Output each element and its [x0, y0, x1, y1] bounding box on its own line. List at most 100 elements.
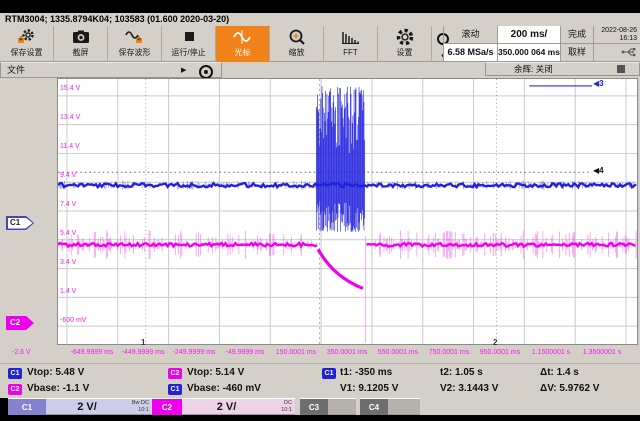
- toolbar-button-label: 缩放: [270, 48, 323, 58]
- channel-scale: 2 V/: [182, 399, 271, 415]
- channel-probe: 10:1: [132, 407, 149, 414]
- measurement-panel: C1Vtop: 5.48 VC2Vbase: -1.1 VC2Vtop: 5.1…: [0, 363, 640, 398]
- cursor2-handle[interactable]: 2: [493, 338, 497, 347]
- v-scale-label: 5.4 V: [60, 230, 76, 238]
- channel-button-c3[interactable]: C3: [300, 398, 328, 415]
- bottom-black-strip: [0, 415, 640, 421]
- v-scale-label: 9.4 V: [60, 172, 76, 180]
- toolbar-button-screenshot[interactable]: 截屏: [54, 26, 108, 62]
- persistence-label: 余辉: 关闭: [514, 63, 553, 75]
- t-scale-label: 950.0001 ms: [480, 349, 520, 356]
- date-label: 2022-08-26: [601, 27, 637, 34]
- t-scale-label: 750.0001 ms: [429, 349, 469, 356]
- ref-marker-3[interactable]: ◀3: [593, 79, 604, 88]
- toolbar-button-label: 光标: [216, 48, 269, 58]
- v-scale-label: 13.4 V: [60, 114, 80, 122]
- measurement-value: Vtop: 5.14 V: [187, 367, 244, 378]
- corner-strip: [0, 398, 8, 415]
- usb-icon: [621, 46, 637, 58]
- channel-badge-c2: C2: [168, 368, 182, 379]
- channel-settings-c2[interactable]: 2 V/DC10:1: [182, 398, 295, 415]
- timebase-cell[interactable]: 200 ms/ 350.000 064 ms: [497, 26, 560, 62]
- sample-rate: 6.58 MSa/s: [444, 44, 497, 62]
- camera-icon: [54, 26, 107, 48]
- toolbar-button-fft[interactable]: FFT: [324, 26, 378, 62]
- toolbar-button-label: FFT: [324, 48, 377, 58]
- t-scale-label: -249.9999 ms: [173, 349, 216, 356]
- channel-button-c4[interactable]: C4: [360, 398, 388, 415]
- date-time: 2022-08-26 16:13: [594, 26, 640, 44]
- channel-coupling: Bw DC: [132, 400, 149, 407]
- acquisition-cell[interactable]: 滚动 6.58 MSa/s: [443, 26, 497, 62]
- t-scale-label: -49.9999 ms: [226, 349, 265, 356]
- sine-icon: [216, 26, 269, 48]
- v-scale-label: 1.4 V: [60, 288, 76, 296]
- t-scale-label: 350.0001 ms: [327, 349, 367, 356]
- measurement-value: ΔV: 5.9762 V: [540, 383, 599, 394]
- channel-button-c1[interactable]: C1: [8, 398, 46, 415]
- channel-probe: 10:1: [281, 407, 292, 414]
- acq-state-cell: 完成 取样: [560, 26, 593, 62]
- channel2-position-flag[interactable]: C2: [6, 316, 34, 330]
- measurement-value: t1: -350 ms: [340, 367, 392, 378]
- channel-button-c2[interactable]: C2: [152, 398, 182, 415]
- file-menu-label: 文件: [7, 63, 25, 77]
- channel-settings-c3[interactable]: [328, 398, 356, 415]
- channel-coupling: DC: [281, 400, 292, 407]
- expand-arrow-icon[interactable]: ▶: [181, 64, 186, 78]
- time-label: 16:13: [619, 35, 637, 42]
- t-scale-label: 1.3500001 s: [583, 349, 622, 356]
- channel-settings-c4[interactable]: [388, 398, 420, 415]
- datetime-cell: 2022-08-26 16:13: [593, 26, 640, 62]
- persistence-bar[interactable]: 余辉: 关闭: [485, 62, 640, 76]
- v-scale-label: 11.4 V: [60, 143, 80, 151]
- channel-badge-c2: C2: [8, 384, 22, 395]
- measurement-value: Vbase: -1.1 V: [27, 383, 89, 394]
- ref-marker-4[interactable]: ◀4: [593, 166, 604, 175]
- channel-mini-info: Bw DC10:1: [132, 400, 149, 414]
- acq-state-top: 完成: [561, 26, 593, 44]
- channel1-position-flag[interactable]: C1: [6, 216, 34, 230]
- target-circle-icon[interactable]: [199, 65, 213, 79]
- channel-mini-info: DC10:1: [281, 400, 292, 414]
- oscilloscope-screen: RTM3004; 1335.8794K04; 103583 (01.600 20…: [0, 0, 640, 421]
- channel-scale: 2 V/: [46, 399, 128, 415]
- waveform-display[interactable]: 15.4 V 13.4 V 11.4 V 9.4 V 7.4 V 5.4 V 3.4 V 1.…: [57, 78, 638, 345]
- toolbar-button-label: 设置: [378, 48, 431, 58]
- toolbar-button-save-waveform[interactable]: 保存波形: [108, 26, 162, 62]
- toolbar-button-label: 保存设置: [0, 48, 53, 58]
- t-scale-label: 150.0001 ms: [276, 349, 316, 356]
- toolbar-button-run-stop[interactable]: 运行/停止: [162, 26, 216, 62]
- gear-save-icon: [0, 26, 53, 48]
- toolbar-button-label: 保存波形: [108, 48, 161, 58]
- channel-settings-c1[interactable]: 2 V/Bw DC10:1: [46, 398, 152, 415]
- channel-badge-c1: C1: [8, 368, 22, 379]
- measurement-value: V1: 9.1205 V: [340, 383, 398, 394]
- v-scale-label: 3.4 V: [60, 259, 76, 267]
- t-scale-label: -649.9999 ms: [71, 349, 114, 356]
- acq-mode: 滚动: [444, 26, 497, 44]
- measurement-value: V2: 3.1443 V: [440, 383, 498, 394]
- bottom-scale-label: -2.6 V: [12, 349, 31, 356]
- cursor1-handle[interactable]: 1: [141, 338, 145, 347]
- persistence-square-icon: [617, 65, 625, 73]
- toolbar-button-zoom[interactable]: 缩放: [270, 26, 324, 62]
- channel2-flag-label: C2: [10, 317, 20, 329]
- v-scale-label: 15.4 V: [60, 85, 80, 93]
- v-scale-label: 7.4 V: [60, 201, 76, 209]
- toolbar-button-cursor[interactable]: 光标: [216, 26, 270, 62]
- t-scale-label: 1.1500001 s: [532, 349, 571, 356]
- waveform-canvas: [58, 79, 637, 344]
- toolbar-button-settings[interactable]: 设置: [378, 26, 432, 62]
- horizontal-position: 350.000 064 ms: [498, 44, 560, 62]
- toolbar-button-label: 运行/停止: [162, 48, 215, 58]
- channel-badge-c1: C1: [322, 368, 336, 379]
- toolbar-button-save-settings[interactable]: 保存设置: [0, 26, 54, 62]
- waveform-save-icon: [108, 26, 161, 48]
- t-scale-label: -449.9999 ms: [122, 349, 165, 356]
- file-menu-bar[interactable]: 文件 ▶: [0, 62, 222, 78]
- measurement-value: Δt: 1.4 s: [540, 367, 579, 378]
- measurement-value: t2: 1.05 s: [440, 367, 483, 378]
- acq-state-bottom: 取样: [561, 44, 593, 62]
- channel-bar: C12 V/Bw DC10:1C22 V/DC10:1C3C4: [0, 398, 640, 415]
